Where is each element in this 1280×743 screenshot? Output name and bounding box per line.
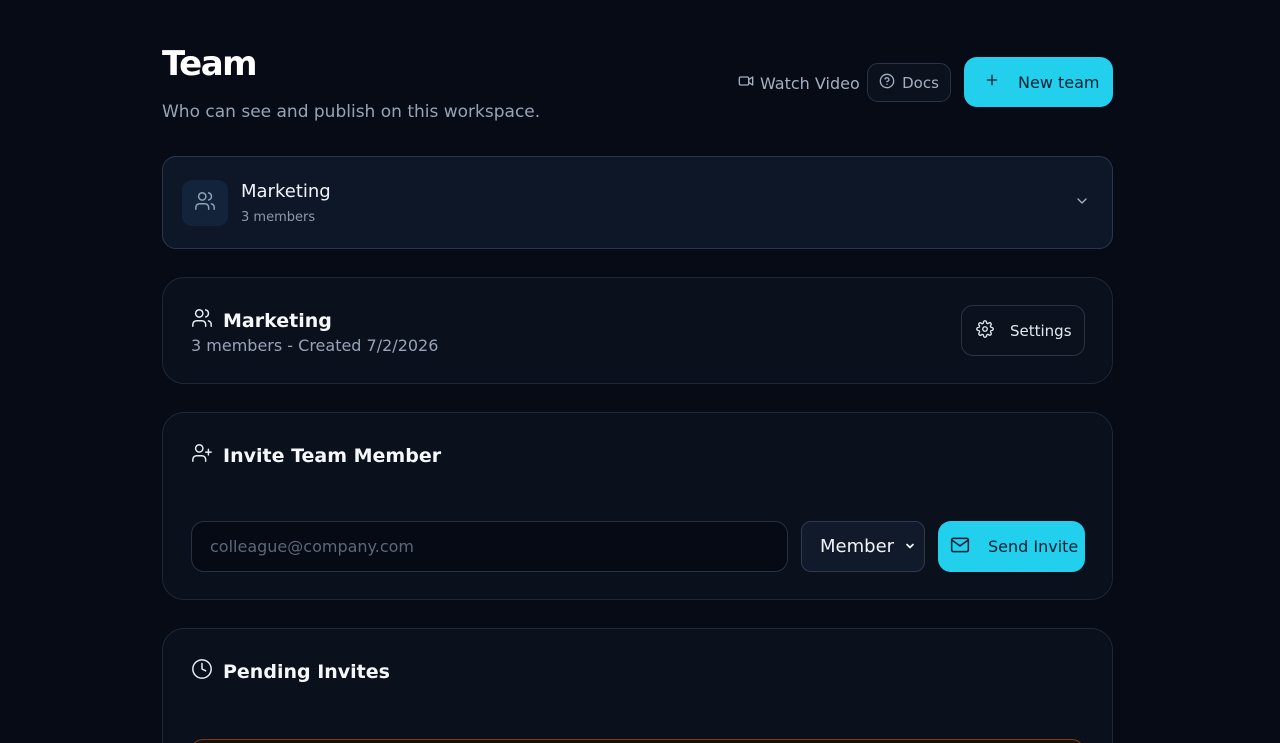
team-page: Team Who can see and publish on this wor…: [0, 0, 1280, 743]
settings-button[interactable]: Settings: [961, 305, 1085, 356]
chevron-down-icon: [904, 536, 916, 557]
team-selector[interactable]: Marketing 3 members: [162, 156, 1113, 249]
role-selected-value: Member: [820, 536, 895, 557]
chevron-down-icon[interactable]: [1074, 193, 1090, 213]
users-icon: [194, 190, 216, 216]
clock-icon: [191, 658, 213, 685]
settings-label: Settings: [1010, 321, 1072, 340]
team-info-meta: 3 members - Created 7/2/2026: [191, 336, 439, 355]
pending-invite-item: [191, 739, 1084, 743]
invite-title: Invite Team Member: [223, 444, 442, 467]
team-info-name: Marketing: [223, 309, 332, 332]
new-team-label: New team: [1018, 72, 1100, 92]
team-info-header: Marketing: [191, 307, 332, 334]
role-select[interactable]: Member: [801, 521, 925, 572]
watch-video-label: Watch Video: [760, 73, 860, 93]
page-subtitle: Who can see and publish on this workspac…: [162, 102, 541, 122]
team-selector-name: Marketing: [241, 181, 331, 202]
send-invite-button[interactable]: Send Invite: [938, 521, 1085, 572]
docs-label: Docs: [902, 73, 939, 92]
email-input[interactable]: [191, 521, 788, 572]
pending-invites-card: Pending Invites: [162, 628, 1113, 743]
docs-button[interactable]: Docs: [867, 63, 951, 102]
plus-icon: [984, 72, 1000, 92]
new-team-button[interactable]: New team: [964, 57, 1113, 107]
team-selector-count: 3 members: [241, 210, 316, 225]
team-info-card: Marketing 3 members - Created 7/2/2026 S…: [162, 277, 1113, 384]
gear-icon: [976, 319, 994, 342]
mail-icon: [950, 535, 970, 559]
help-circle-icon: [879, 73, 895, 93]
send-invite-label: Send Invite: [988, 537, 1079, 556]
video-icon: [738, 73, 754, 93]
invite-card: Invite Team Member Member Send Invite: [162, 412, 1113, 600]
user-plus-icon: [191, 442, 213, 469]
invite-header: Invite Team Member: [191, 442, 441, 469]
page-title: Team: [162, 44, 258, 84]
team-avatar: [182, 180, 228, 226]
users-icon: [191, 307, 213, 334]
watch-video-link[interactable]: Watch Video: [738, 72, 860, 94]
pending-title: Pending Invites: [223, 660, 390, 683]
pending-header: Pending Invites: [191, 658, 390, 685]
